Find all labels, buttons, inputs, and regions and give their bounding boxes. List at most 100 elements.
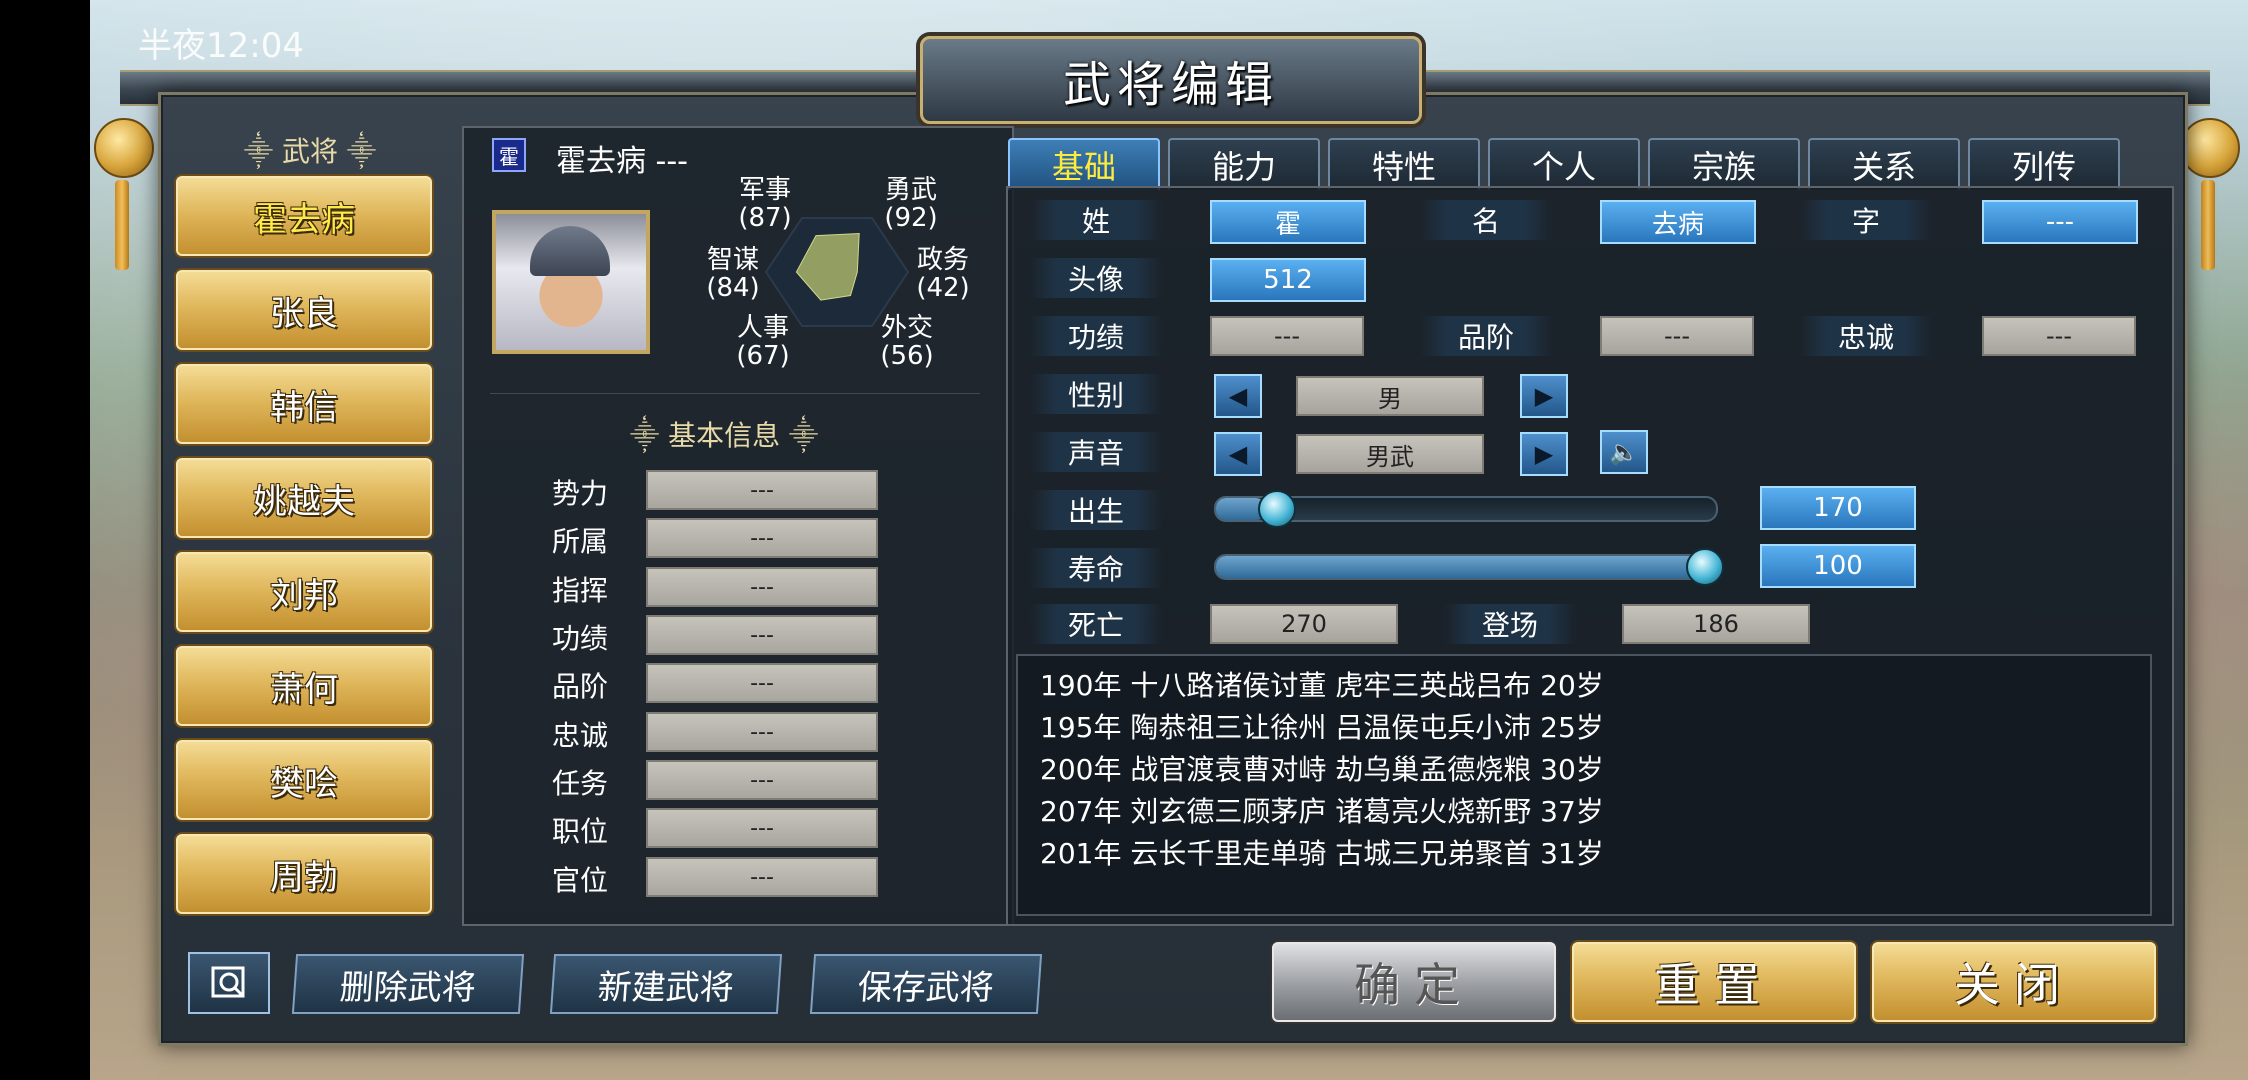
tab-personal[interactable]: 个人	[1488, 138, 1640, 190]
confirm-button[interactable]: 确定	[1272, 942, 1556, 1022]
stat-value: (87)	[738, 203, 792, 233]
tab-relations[interactable]: 关系	[1808, 138, 1960, 190]
surname-label: 姓	[1030, 200, 1162, 240]
loyalty-field: ---	[1982, 316, 2136, 356]
birth-slider-thumb[interactable]	[1258, 490, 1296, 528]
arrow-left-icon: ◀	[1228, 440, 1248, 468]
rank-field: ---	[1600, 316, 1754, 356]
merit-field: ---	[1210, 316, 1364, 356]
reset-button[interactable]: 重置	[1572, 942, 1856, 1022]
portrait-field[interactable]: 512	[1210, 258, 1366, 302]
voice-label: 声音	[1030, 432, 1162, 472]
general-item[interactable]: 姚越夫	[176, 458, 432, 538]
stat-label: 政务	[916, 245, 969, 275]
arrow-left-icon: ◀	[1228, 382, 1248, 410]
lifespan-slider-thumb[interactable]	[1686, 548, 1724, 586]
lifespan-slider-fill	[1216, 556, 1716, 578]
info-value: ---	[646, 663, 878, 703]
event-line: 190年 十八路诸侯讨董 虎牢三英战吕布 20岁	[1040, 669, 1604, 702]
basic-info-title-label: 基本信息	[668, 419, 781, 452]
lifespan-field[interactable]: 100	[1760, 544, 1916, 588]
voice-play-button[interactable]: 🔈	[1600, 430, 1648, 474]
info-value: ---	[646, 567, 878, 607]
divider	[490, 393, 980, 394]
stat-label: 勇武	[884, 175, 937, 205]
event-line: 201年 云长千里走单骑 古城三兄弟聚首 31岁	[1040, 837, 1604, 870]
event-line: 207年 刘玄德三顾茅庐 诸葛亮火烧新野 37岁	[1040, 795, 1604, 828]
given-name-field[interactable]: 去病	[1600, 200, 1756, 244]
info-label: 任务	[552, 767, 609, 800]
stat-military: 军事 (87)	[732, 176, 798, 232]
basic-info-title: ⸎ 基本信息 ⸎	[630, 419, 819, 452]
stat-politics: 政务 (42)	[910, 246, 976, 302]
delete-general-button[interactable]: 删除武将	[291, 954, 525, 1014]
search-button[interactable]	[188, 952, 270, 1014]
general-item[interactable]: 韩信	[176, 364, 432, 444]
info-value: ---	[646, 712, 878, 752]
death-field: 270	[1210, 604, 1398, 644]
debut-label: 登场	[1444, 604, 1576, 644]
stat-diplomacy: 外交 (56)	[874, 314, 940, 370]
given-name-label: 名	[1420, 200, 1552, 240]
style-name-label: 字	[1800, 200, 1932, 240]
info-label: 功绩	[552, 622, 609, 655]
hero-portrait[interactable]	[492, 210, 650, 354]
info-value: ---	[646, 518, 878, 558]
gender-next-button[interactable]: ▶	[1520, 374, 1568, 418]
window-title: 武将编辑	[1062, 57, 1279, 113]
portrait-label: 头像	[1030, 258, 1162, 298]
voice-value: 男武	[1296, 434, 1484, 474]
event-line: 195年 陶恭祖三让徐州 吕温侯屯兵小沛 25岁	[1040, 711, 1604, 744]
status-time: 半夜12:04	[138, 26, 304, 66]
tab-ability[interactable]: 能力	[1168, 138, 1320, 190]
info-label: 职位	[552, 815, 609, 848]
info-label: 势力	[552, 477, 609, 510]
stat-label: 人事	[736, 313, 789, 343]
info-value: ---	[646, 470, 878, 510]
rod-knob-left	[94, 118, 154, 178]
info-label: 忠诚	[552, 719, 609, 752]
tassel-right	[2201, 180, 2215, 270]
tab-basic[interactable]: 基础	[1008, 138, 1160, 190]
speaker-icon: 🔈	[1609, 438, 1639, 466]
tab-biography[interactable]: 列传	[1968, 138, 2120, 190]
info-value: ---	[646, 615, 878, 655]
info-value: ---	[646, 857, 878, 897]
info-label: 官位	[552, 864, 609, 897]
stat-value: (56)	[880, 341, 934, 371]
general-item[interactable]: 刘邦	[176, 552, 432, 632]
new-general-button[interactable]: 新建武将	[549, 954, 783, 1014]
hero-name: 霍去病 ---	[556, 144, 689, 179]
window-title-plate: 武将编辑	[920, 36, 1422, 124]
gender-label: 性别	[1030, 374, 1162, 414]
tab-traits[interactable]: 特性	[1328, 138, 1480, 190]
voice-next-button[interactable]: ▶	[1520, 432, 1568, 476]
general-item[interactable]: 萧何	[176, 646, 432, 726]
birth-field[interactable]: 170	[1760, 486, 1916, 530]
general-item[interactable]: 周勃	[176, 834, 432, 914]
general-item[interactable]: 张良	[176, 270, 432, 350]
surname-field[interactable]: 霍	[1210, 200, 1366, 244]
tab-clan[interactable]: 宗族	[1648, 138, 1800, 190]
stat-value: (67)	[736, 341, 790, 371]
gender-value: 男	[1296, 376, 1484, 416]
general-item[interactable]: 樊哙	[176, 740, 432, 820]
lifespan-slider[interactable]	[1214, 554, 1718, 580]
stat-value: (92)	[884, 203, 938, 233]
stat-valor: 勇武 (92)	[878, 176, 944, 232]
event-line: 200年 战官渡袁曹对峙 劫乌巢孟德烧粮 30岁	[1040, 753, 1604, 786]
gender-prev-button[interactable]: ◀	[1214, 374, 1262, 418]
save-general-button[interactable]: 保存武将	[809, 954, 1043, 1014]
style-name-field[interactable]: ---	[1982, 200, 2138, 244]
general-item[interactable]: 霍去病	[176, 176, 432, 256]
general-list[interactable]: 霍去病 张良 韩信 姚越夫 刘邦 萧何 樊哙 周勃	[170, 128, 442, 934]
voice-prev-button[interactable]: ◀	[1214, 432, 1262, 476]
debut-field: 186	[1622, 604, 1810, 644]
close-button[interactable]: 关闭	[1872, 942, 2156, 1022]
info-label: 品阶	[552, 670, 609, 703]
search-icon	[211, 966, 245, 998]
stat-value: (42)	[916, 273, 970, 303]
info-label: 指挥	[552, 574, 609, 607]
lifespan-label: 寿命	[1030, 548, 1162, 588]
rod-knob-right	[2180, 118, 2240, 178]
